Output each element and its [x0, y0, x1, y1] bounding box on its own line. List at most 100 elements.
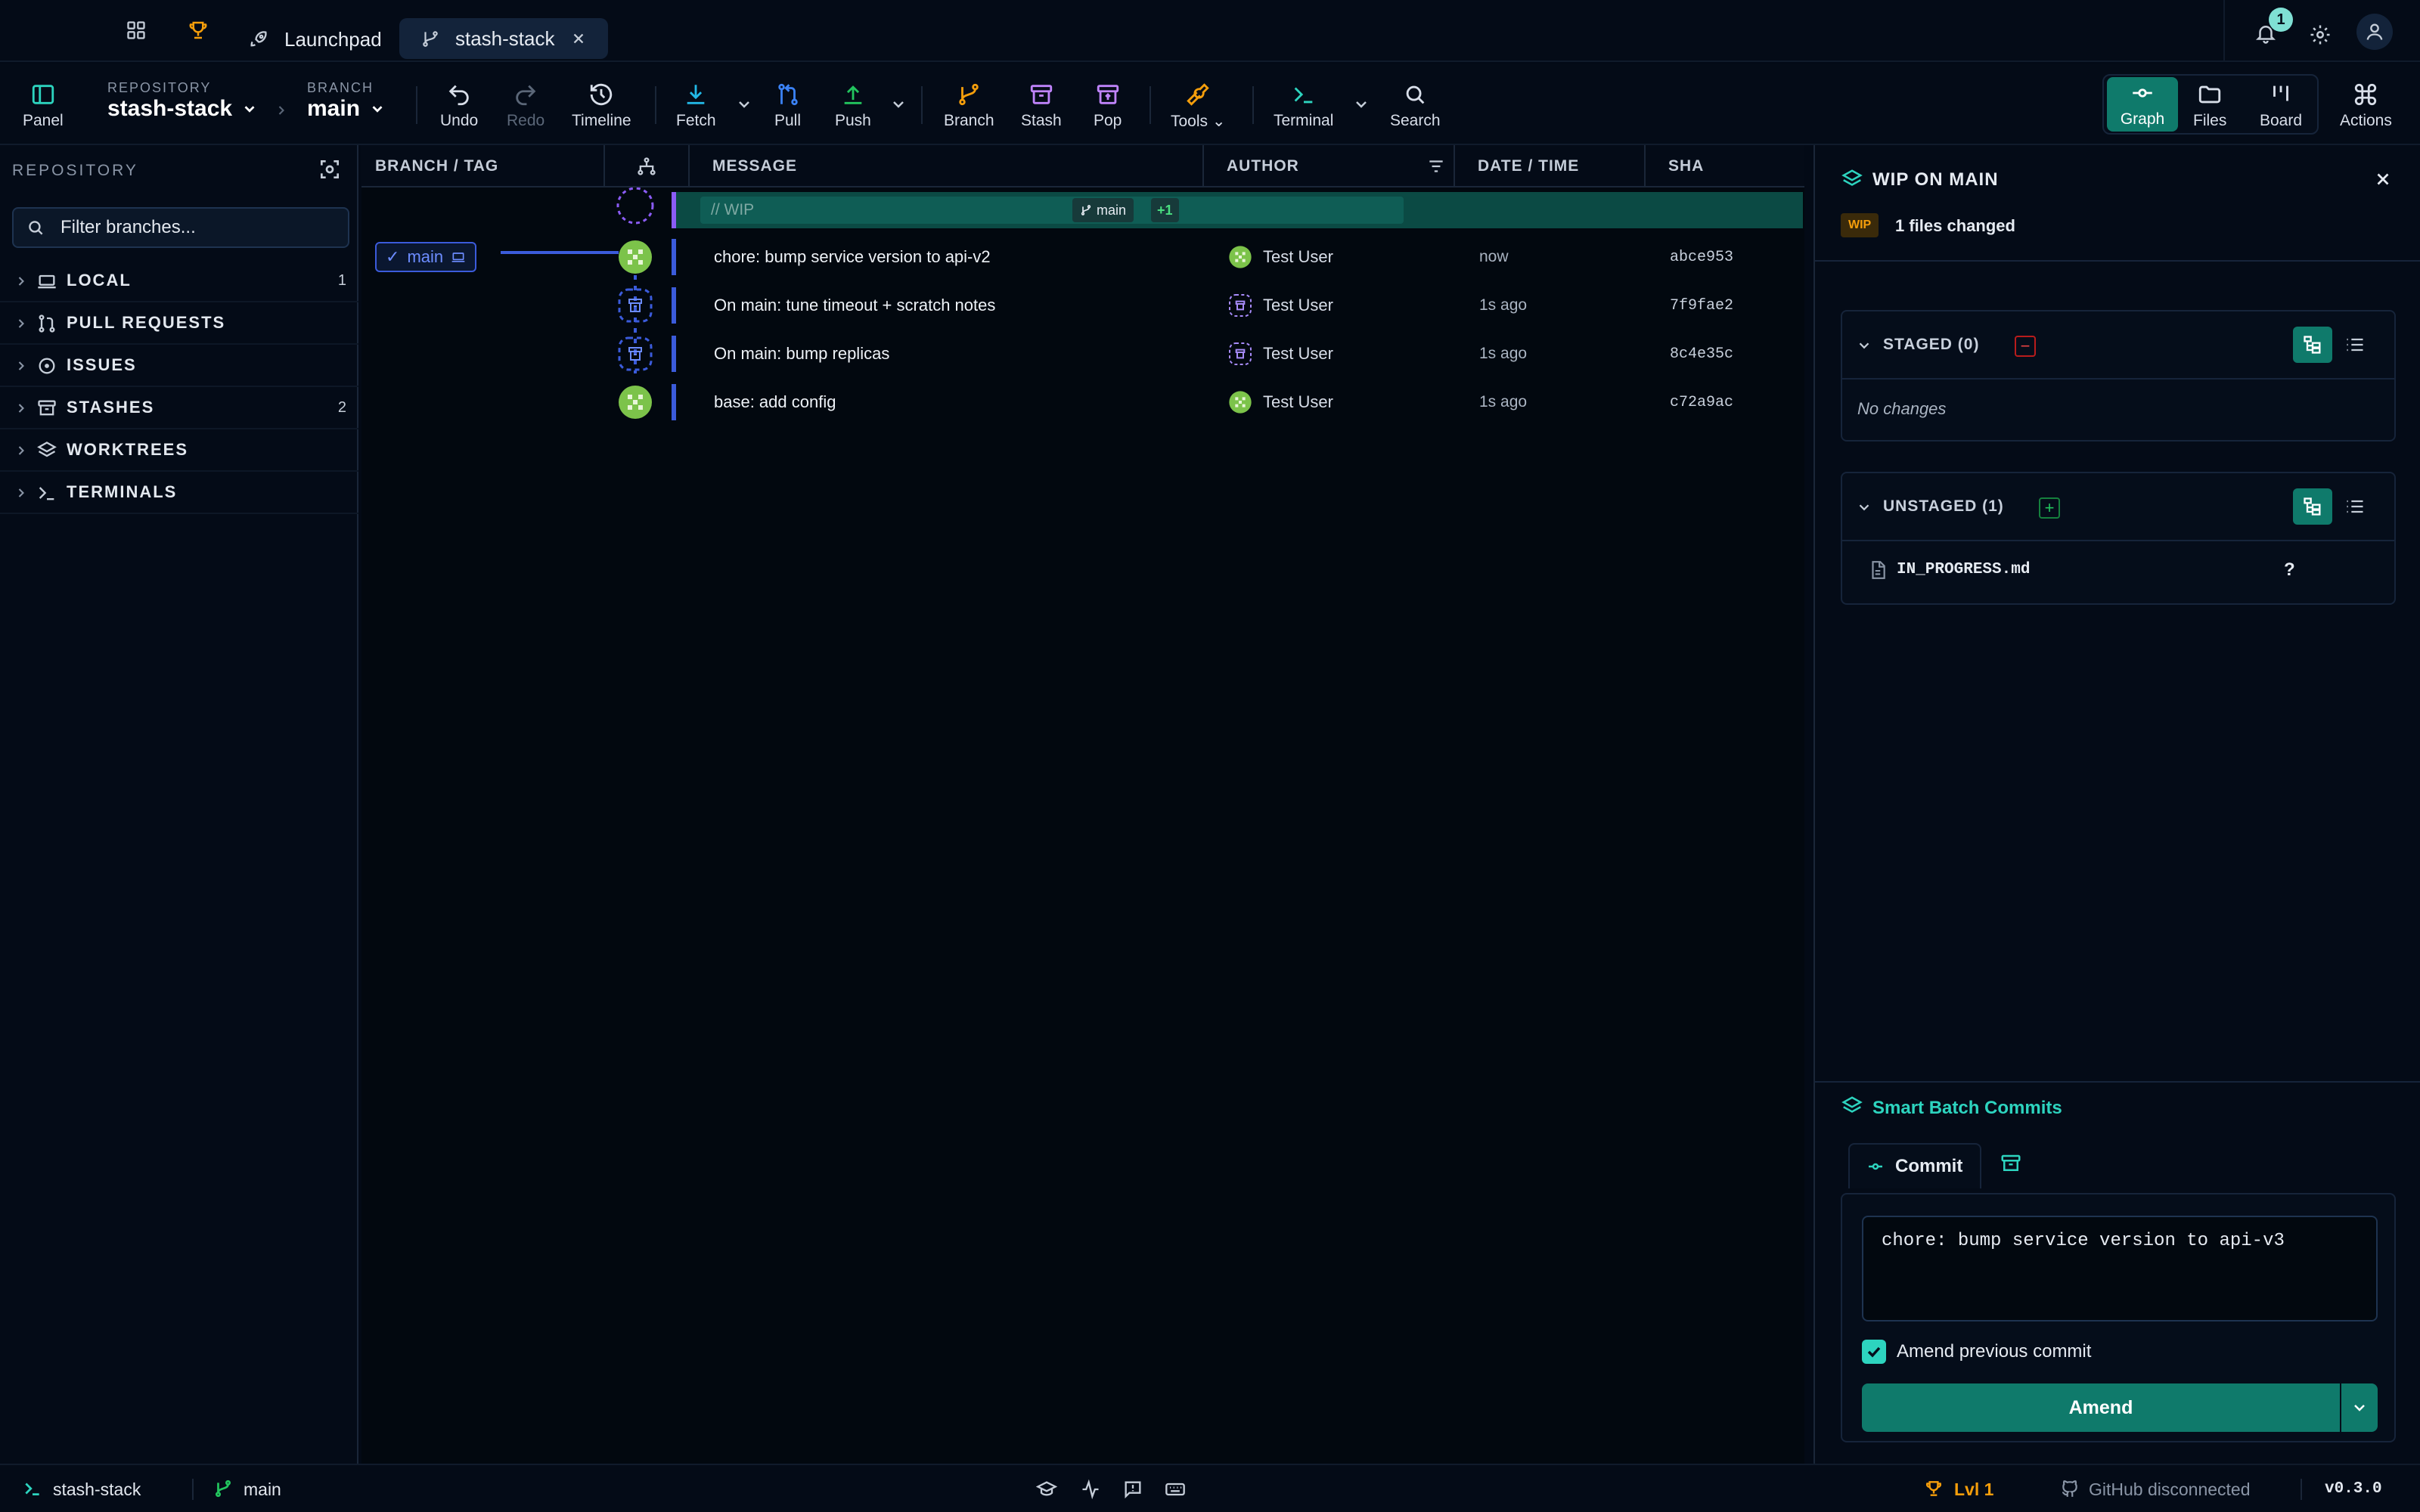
actions-button[interactable]: Actions	[2340, 82, 2392, 130]
author-avatar-icon	[1229, 391, 1252, 414]
sidebar-item-local[interactable]: LOCAL 1	[0, 260, 358, 302]
header-date[interactable]: DATE / TIME	[1455, 145, 1646, 187]
commit-sha: c72a9ac	[1670, 393, 1734, 411]
commit-panel: WIP ON MAIN WIP 1 files changed STAGED (…	[1813, 145, 2420, 1464]
focus-icon[interactable]	[318, 157, 342, 181]
wip-message-input[interactable]: // WIP	[700, 197, 1404, 224]
fetch-button[interactable]: Fetch	[676, 82, 716, 130]
commit-sha: 8c4e35c	[1670, 345, 1734, 363]
amend-button[interactable]: Amend	[1862, 1383, 2340, 1432]
list-view-button[interactable]	[2335, 488, 2375, 525]
header-message[interactable]: MESSAGE	[690, 145, 1204, 187]
panel-icon	[32, 85, 54, 104]
redo-button[interactable]: Redo	[507, 82, 544, 130]
chevron-down-icon[interactable]	[1352, 95, 1370, 113]
header-author[interactable]: AUTHOR	[1204, 145, 1455, 187]
filter-icon[interactable]	[1426, 156, 1446, 176]
tab-stash-stack[interactable]: stash-stack	[399, 18, 608, 59]
terminal-button[interactable]: Terminal	[1274, 82, 1333, 130]
divider	[1815, 1081, 2420, 1083]
wip-badge: WIP	[1841, 213, 1879, 237]
pull-button[interactable]: Pull	[774, 82, 801, 130]
files-label: Files	[2193, 112, 2227, 129]
chevron-down-icon[interactable]	[1856, 337, 1872, 354]
table-row[interactable]: chore: bump service version to api-v2 Te…	[361, 233, 1804, 281]
sidebar-item-worktrees[interactable]: WORKTREES	[0, 429, 358, 472]
smart-batch-link[interactable]: Smart Batch Commits	[1872, 1098, 2062, 1119]
layers-icon	[1841, 169, 1863, 186]
sidebar-item-terminals[interactable]: TERMINALS	[0, 472, 358, 514]
github-status[interactable]: GitHub disconnected	[2089, 1479, 2251, 1500]
feedback-icon[interactable]	[1122, 1479, 1143, 1500]
stash-author-icon	[1229, 294, 1252, 317]
pop-button[interactable]: Pop	[1094, 82, 1122, 130]
graph-view-button[interactable]: Graph	[2107, 77, 2178, 132]
undo-button[interactable]: Undo	[440, 82, 478, 130]
upload-icon	[844, 85, 862, 104]
wip-extra-chip: +1	[1151, 198, 1179, 222]
stash-box-icon[interactable]	[2000, 1152, 2022, 1175]
amend-checkbox[interactable]	[1862, 1340, 1886, 1364]
gear-icon[interactable]	[2305, 20, 2335, 50]
unstaged-section: UNSTAGED (1) + IN_PROGRESS.md ?	[1841, 472, 2396, 605]
sidebar-item-pull-requests[interactable]: PULL REQUESTS	[0, 302, 358, 345]
chevron-down-icon[interactable]	[1856, 499, 1872, 516]
keyboard-icon[interactable]	[1165, 1479, 1186, 1500]
branch-filter-input[interactable]: Filter branches...	[60, 217, 196, 238]
chevron-down-icon	[244, 106, 255, 113]
graduation-cap-icon[interactable]	[1036, 1479, 1057, 1500]
header-graph[interactable]	[605, 145, 690, 187]
level-badge[interactable]: Lvl 1	[1954, 1479, 1993, 1500]
amend-dropdown-button[interactable]	[2341, 1383, 2378, 1432]
toolbar: Panel REPOSITORY stash-stack BRANCH main…	[0, 64, 2420, 145]
pop-label: Pop	[1094, 112, 1122, 129]
table-row[interactable]: base: add config Test User 1s ago c72a9a…	[361, 378, 1804, 426]
stage-all-button[interactable]: +	[2039, 497, 2060, 519]
sidebar-item-label: STASHES	[67, 398, 155, 417]
chevron-down-icon	[372, 106, 383, 113]
files-view-button[interactable]: Files	[2193, 82, 2226, 130]
stash-button[interactable]: Stash	[1021, 82, 1062, 130]
sidebar-item-stashes[interactable]: STASHES 2	[0, 387, 358, 429]
repository-label: REPOSITORY	[107, 80, 212, 95]
header-sha[interactable]: SHA	[1646, 145, 1804, 187]
status-repo[interactable]: stash-stack	[53, 1479, 141, 1500]
commit-message-input[interactable]: chore: bump service version to api-v3	[1862, 1216, 2378, 1321]
search-button[interactable]: Search	[1390, 82, 1441, 130]
sidebar-item-issues[interactable]: ISSUES	[0, 345, 358, 387]
branch-selector[interactable]: BRANCH main	[307, 80, 386, 122]
activity-icon[interactable]	[1080, 1479, 1101, 1500]
header-branch-tag[interactable]: BRANCH / TAG	[361, 145, 605, 187]
tools-button[interactable]: Tools ⌄	[1171, 82, 1225, 131]
table-row[interactable]: On main: bump replicas Test User 1s ago …	[361, 330, 1804, 378]
wip-node[interactable]	[616, 187, 654, 225]
user-icon	[2366, 23, 2383, 40]
timeline-button[interactable]: Timeline	[572, 82, 631, 130]
board-view-button[interactable]: Board	[2260, 82, 2302, 130]
status-branch[interactable]: main	[244, 1479, 281, 1500]
file-row[interactable]: IN_PROGRESS.md ?	[1842, 549, 2394, 593]
graph-label: Graph	[2120, 110, 2165, 128]
repository-selector[interactable]: REPOSITORY stash-stack	[107, 80, 258, 122]
close-icon[interactable]	[2373, 169, 2393, 189]
chevron-down-icon[interactable]	[889, 95, 908, 113]
tree-view-button[interactable]	[2293, 327, 2332, 363]
list-view-button[interactable]	[2335, 327, 2375, 363]
unstage-all-button[interactable]: −	[2015, 336, 2036, 357]
status-bar: stash-stack main Lvl 1 GitHub disconnect…	[0, 1464, 2420, 1512]
close-icon[interactable]	[570, 30, 587, 47]
panel-button[interactable]: Panel	[23, 82, 64, 130]
tab-launchpad[interactable]: Launchpad	[227, 18, 403, 60]
divider	[416, 86, 417, 124]
table-row[interactable]: On main: tune timeout + scratch notes Te…	[361, 281, 1804, 330]
trophy-icon[interactable]	[183, 15, 213, 45]
push-button[interactable]: Push	[835, 82, 871, 130]
grid-icon[interactable]	[121, 15, 151, 45]
avatar[interactable]	[2356, 14, 2393, 50]
branch-button[interactable]: Branch	[944, 82, 994, 130]
tab-commit[interactable]: Commit	[1848, 1143, 1981, 1188]
branch-filter[interactable]: Filter branches...	[12, 207, 349, 248]
chevron-down-icon[interactable]	[735, 95, 753, 113]
branch-icon	[1081, 205, 1091, 215]
tree-view-button[interactable]	[2293, 488, 2332, 525]
